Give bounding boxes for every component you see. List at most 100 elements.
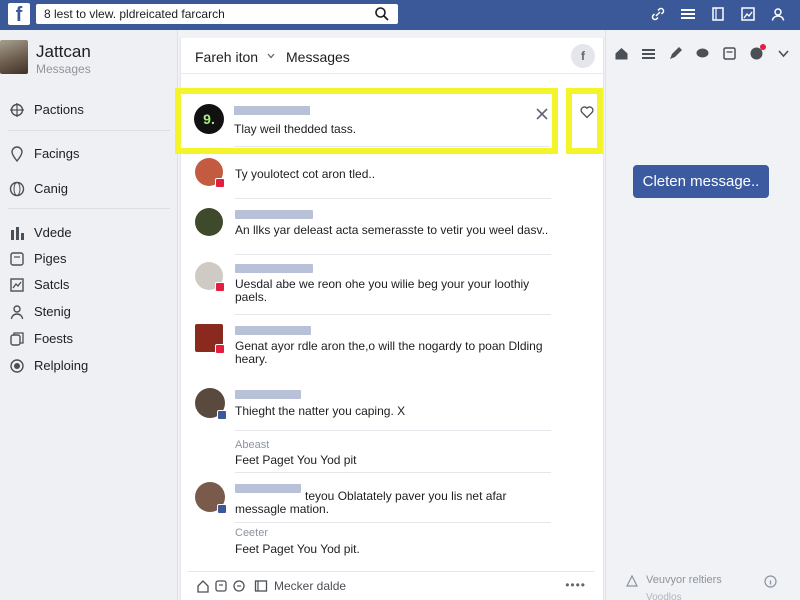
bars-icon — [11, 227, 24, 240]
right-toolbar — [614, 44, 791, 61]
divider — [235, 472, 551, 473]
globe-icon — [9, 181, 25, 197]
search-input[interactable]: 8 lest to vlew. pldreicated farcarch — [36, 4, 398, 24]
circle-dot-icon — [10, 359, 24, 373]
sidebar-item-piges[interactable]: Piges — [0, 247, 178, 271]
sidebar-item-vdede[interactable]: Vdede — [0, 221, 178, 245]
divider — [234, 146, 550, 147]
copy-icon — [10, 332, 24, 346]
sidebar-item-label: Pactions — [34, 102, 84, 117]
status-badge — [215, 178, 225, 188]
calendar-icon[interactable] — [722, 46, 737, 61]
sidebar-item-label: Canig — [34, 181, 68, 196]
sender-name-redacted — [235, 390, 301, 399]
messenger-icon[interactable]: f — [571, 44, 595, 68]
divider — [235, 254, 551, 255]
sidebar-item-satcls[interactable]: Satcls — [0, 273, 178, 297]
avatar[interactable] — [0, 40, 28, 74]
list-icon[interactable] — [641, 46, 656, 61]
message-meta-text: Feet Paget You Yod pit — [235, 453, 357, 467]
sidebar-item-label: Foests — [34, 331, 74, 346]
message-input[interactable]: Mecker dalde — [274, 579, 346, 593]
sidebar-item-foests[interactable]: Foests — [0, 327, 178, 351]
divider — [235, 430, 551, 431]
notifications-icon[interactable] — [749, 44, 766, 61]
sidebar-item-relploing[interactable]: Relploing — [0, 354, 178, 378]
profile-name[interactable]: Jattcan — [36, 42, 91, 62]
avatar — [195, 388, 227, 420]
book-icon[interactable] — [710, 5, 726, 23]
profile-icon[interactable] — [770, 5, 786, 23]
right-footer: Veuvyor reltiers Voodlos — [626, 572, 796, 600]
sidebar-item-label: Facings — [34, 146, 80, 161]
search-input-value: 8 lest to vlew. pldreicated farcarch — [44, 7, 225, 21]
top-right-icons — [650, 5, 786, 23]
footer-subtext: Voodlos — [646, 592, 682, 600]
chat-bubble-icon[interactable] — [695, 46, 710, 61]
divider — [8, 130, 170, 131]
sidebar-item-pactions[interactable]: Pactions — [0, 98, 178, 122]
sender-name-redacted — [235, 326, 311, 335]
status-badge — [217, 410, 227, 420]
facebook-logo[interactable]: f — [8, 3, 30, 26]
message-preview: Genat ayor rdle aron the,o will the noga… — [235, 339, 543, 366]
message-preview: Ty youlotect cot aron tled.. — [235, 167, 376, 181]
list-item[interactable]: Ty youlotect cot aron tled.. — [195, 158, 557, 199]
person-icon — [10, 305, 24, 320]
footer-link[interactable]: Veuvyor reltiers — [646, 574, 722, 586]
gear-icon — [10, 103, 24, 117]
attachment-icon[interactable] — [254, 579, 268, 593]
menu-icon[interactable] — [680, 5, 696, 23]
sender-name-redacted — [235, 210, 313, 219]
divider — [235, 314, 551, 315]
sidebar-item-label: Relploing — [34, 358, 89, 373]
sticker-icon[interactable] — [214, 579, 228, 593]
list-item[interactable]: Uesdal abe we reon ohe you wilie beg you… — [195, 262, 557, 315]
sidebar-item-facings[interactable]: Facings — [0, 142, 178, 166]
info-icon[interactable] — [764, 575, 777, 588]
chevron-down-icon[interactable] — [776, 46, 791, 61]
message-meta-text: Feet Paget You Yod pit. — [235, 542, 360, 556]
new-message-button[interactable]: Cleten message.. — [633, 165, 769, 198]
list-item[interactable]: teyou Oblatately paver you lis net afar … — [195, 482, 557, 572]
sidebar-item-label: Vdede — [34, 225, 72, 240]
highlighted-conversation[interactable]: 9. Tlay weil thedded tass. — [175, 88, 558, 154]
sidebar-item-canig[interactable]: Canig — [0, 177, 178, 201]
profile-header[interactable]: Jattcan Messages — [0, 40, 178, 80]
right-panel: Cleten message.. Veuvyor reltiers Voodlo… — [605, 30, 800, 600]
status-badge — [217, 504, 227, 514]
list-item[interactable]: An llks yar deleast acta semerasste to v… — [195, 208, 557, 255]
location-pin-icon — [11, 146, 23, 162]
sidebar-item-label: Stenig — [34, 304, 71, 319]
status-badge — [215, 344, 225, 354]
gif-icon[interactable] — [232, 579, 246, 593]
image-icon[interactable] — [740, 5, 756, 23]
page-title: Messages — [286, 49, 350, 65]
highlighted-action[interactable] — [566, 88, 603, 154]
heart-icon[interactable] — [580, 105, 594, 119]
divider — [235, 522, 551, 523]
left-sidebar: Jattcan Messages Pactions Facings Canig … — [0, 30, 178, 600]
list-item[interactable]: Thieght the natter you caping. X Abeast … — [195, 388, 557, 473]
message-preview: Thieght the natter you caping. X — [235, 404, 406, 418]
pen-icon[interactable] — [668, 46, 683, 61]
more-options-icon[interactable]: •••• — [565, 578, 586, 592]
home-icon[interactable] — [614, 46, 629, 61]
message-composer[interactable]: Mecker dalde •••• — [188, 571, 594, 599]
recent-dropdown[interactable]: Fareh iton — [195, 49, 258, 65]
sidebar-item-label: Satcls — [34, 277, 70, 292]
sender-name-redacted — [235, 264, 313, 273]
profile-subtitle: Messages — [36, 62, 91, 76]
sender-name-redacted — [234, 106, 310, 115]
home-icon[interactable] — [196, 579, 210, 593]
close-icon[interactable] — [536, 108, 548, 120]
chevron-down-icon[interactable] — [267, 53, 275, 59]
list-item[interactable]: Genat ayor rdle aron the,o will the noga… — [195, 324, 557, 376]
link-icon[interactable] — [650, 5, 666, 23]
sidebar-item-stenig[interactable]: Stenig — [0, 300, 178, 324]
avatar — [195, 482, 227, 514]
avatar: 9. — [194, 104, 224, 134]
search-icon[interactable] — [374, 6, 390, 22]
divider — [8, 208, 170, 209]
page-icon — [10, 252, 24, 266]
